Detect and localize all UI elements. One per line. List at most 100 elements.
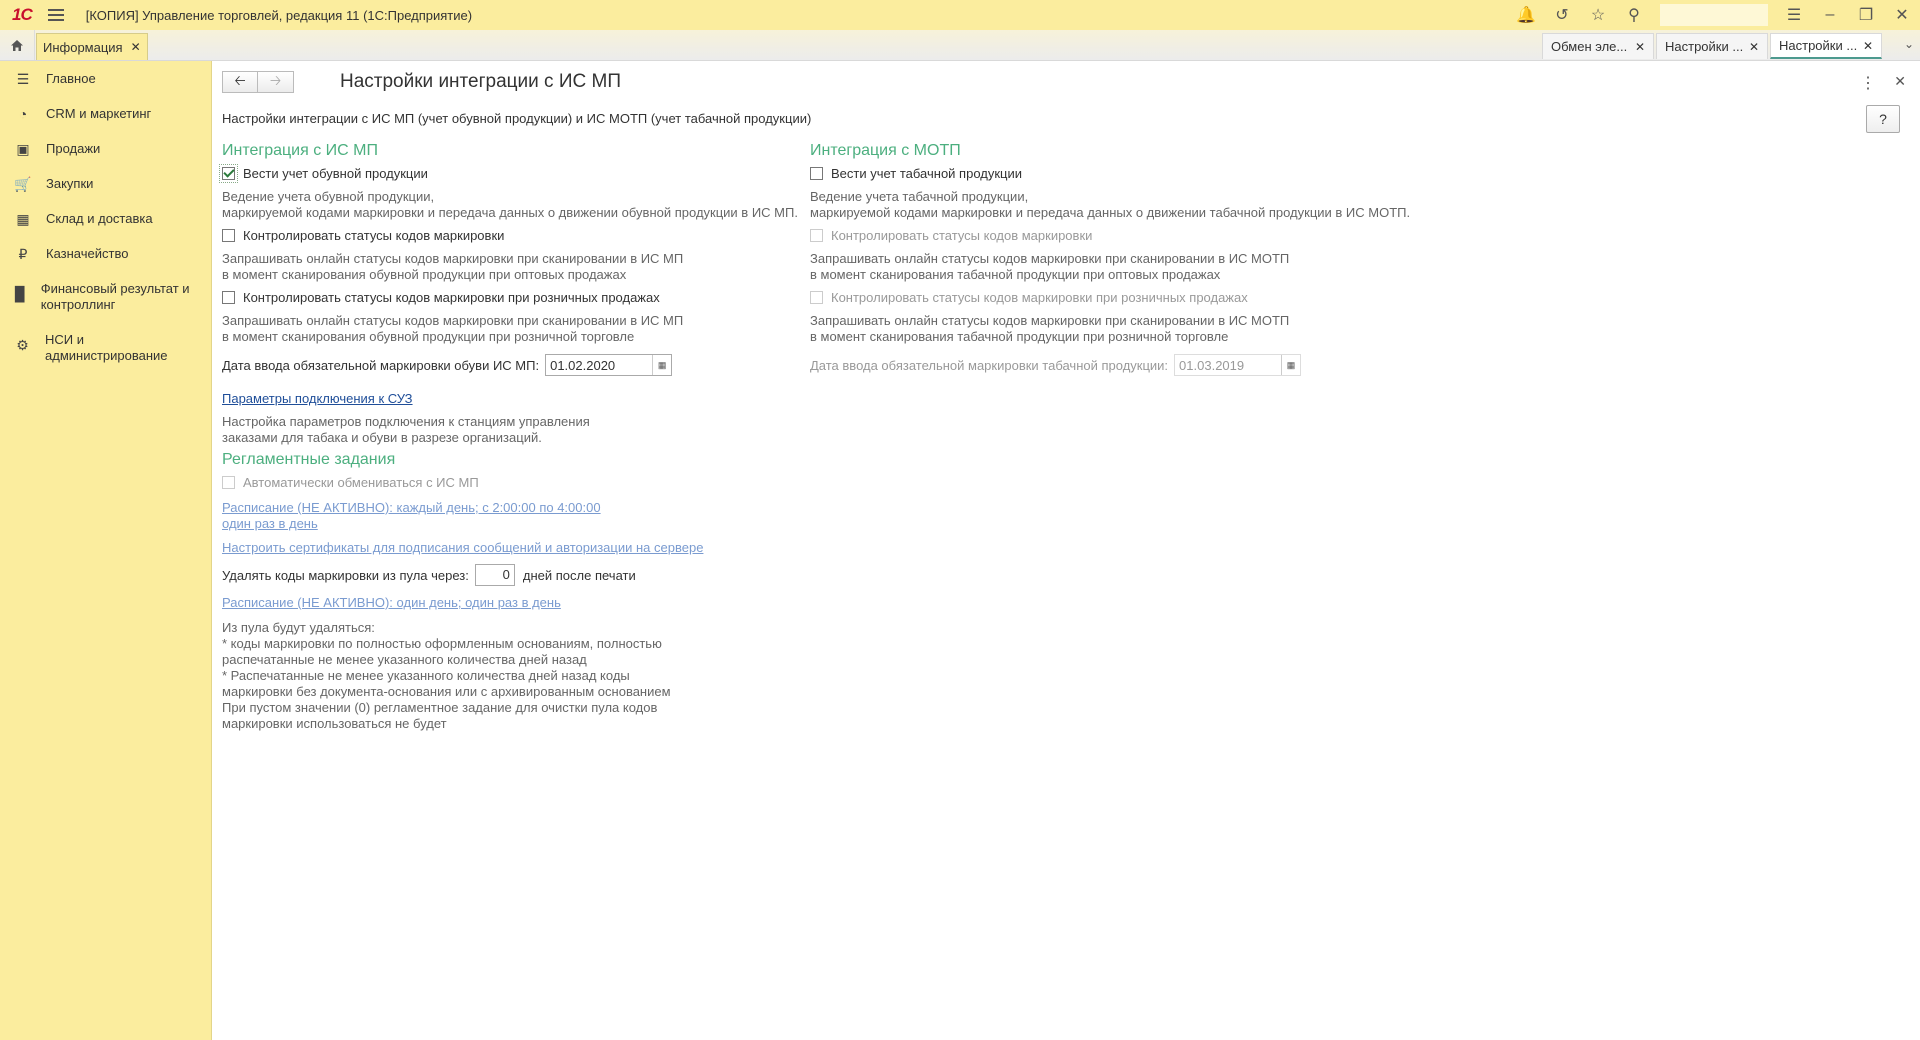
tab-label: Настройки ...: [1665, 39, 1744, 54]
app-logo: 1С: [12, 5, 33, 24]
close-icon[interactable]: ✕: [1749, 40, 1759, 54]
desc-line: заказами для табака и обуви в разрезе ор…: [222, 430, 542, 445]
certificates-link[interactable]: Настроить сертификаты для подписания соо…: [222, 540, 703, 555]
desc-line: Настройка параметров подключения к станц…: [222, 414, 590, 429]
tobacco-control-retail-checkbox[interactable]: Контролировать статусы кодов маркировки …: [810, 287, 1410, 307]
history-icon[interactable]: ↺: [1544, 0, 1580, 30]
note-line: маркировки использоваться не будет: [222, 716, 447, 731]
forward-button[interactable]: 🡢: [258, 71, 294, 93]
delete-codes-row: Удалять коды маркировки из пула через: 0…: [222, 563, 802, 587]
checkbox[interactable]: [222, 475, 235, 489]
control-status-desc: Запрашивать онлайн статусы кодов маркиро…: [222, 251, 802, 283]
sidebar-item-label: Казначейство: [46, 246, 129, 261]
form-subtitle: Настройки интеграции с ИС МП (учет обувн…: [222, 111, 812, 126]
close-icon[interactable]: ✕: [131, 40, 141, 54]
checkbox[interactable]: [810, 166, 823, 180]
tobacco-control-status-checkbox[interactable]: Контролировать статусы кодов маркировки: [810, 225, 1410, 245]
checkbox[interactable]: [810, 228, 823, 242]
gear-icon: ⚙: [16, 336, 29, 353]
close-icon[interactable]: ✕: [1863, 39, 1873, 53]
note-line: маркировки без документа-основания или с…: [222, 684, 671, 699]
tab-settings-1[interactable]: Настройки ... ✕: [1656, 33, 1768, 59]
tobacco-date-field[interactable]: 01.03.2019 ▦: [1174, 354, 1302, 376]
desc-line: Ведение учета обувной продукции,: [222, 189, 435, 204]
close-window-icon[interactable]: ✕: [1884, 0, 1920, 30]
page-title: Настройки интеграции с ИС МП: [340, 71, 621, 92]
note-line: При пустом значении (0) регламентное зад…: [222, 700, 658, 715]
date-value: 01.02.2020: [550, 357, 616, 373]
sidebar-item-finance[interactable]: ▉ Финансовый результат и контроллинг: [0, 271, 211, 322]
auto-exchange-checkbox[interactable]: Автоматически обмениваться с ИС МП: [222, 472, 802, 492]
desc-line: Запрашивать онлайн статусы кодов маркиро…: [222, 251, 684, 266]
tobacco-date-row: Дата ввода обязательной маркировки табач…: [810, 353, 1410, 377]
suz-settings-link[interactable]: Параметры подключения к СУЗ: [222, 391, 413, 406]
sidebar-item-purchases[interactable]: 🛒 Закупки: [0, 166, 211, 201]
shoes-date-field[interactable]: 01.02.2020 ▦: [545, 354, 673, 376]
close-icon[interactable]: ✕: [1894, 73, 1906, 90]
tobacco-accounting-checkbox[interactable]: Вести учет табачной продукции: [810, 163, 1410, 183]
shoes-accounting-checkbox[interactable]: Вести учет обувной продукции: [219, 163, 802, 183]
calendar-icon[interactable]: ▦: [652, 355, 671, 375]
window-title: [КОПИЯ] Управление торговлей, редакция 1…: [85, 7, 473, 23]
schedule-line[interactable]: один раз в день: [222, 516, 802, 532]
tobacco-control-status-desc: Запрашивать онлайн статусы кодов маркиро…: [810, 251, 1410, 283]
more-icon[interactable]: ⋮: [1860, 73, 1876, 93]
tab-info[interactable]: Информация ✕: [36, 33, 148, 60]
back-button[interactable]: 🡠: [222, 71, 258, 93]
sidebar-item-sales[interactable]: ▣ Продажи: [0, 131, 211, 166]
tab-bar: Информация ✕ Обмен эле... ✕ Настройки ..…: [0, 30, 1920, 61]
restore-icon[interactable]: ❐: [1848, 0, 1884, 30]
sidebar-item-treasury[interactable]: ₽ Казначейство: [0, 236, 211, 271]
suz-desc: Настройка параметров подключения к станц…: [222, 414, 802, 446]
control-status-checkbox[interactable]: Контролировать статусы кодов маркировки: [222, 225, 802, 245]
motp-section: Интеграция с МОТП Вести учет табачной пр…: [810, 141, 1410, 377]
close-icon[interactable]: ✕: [1635, 40, 1645, 54]
desc-line: в момент сканирования обувной продукции …: [222, 267, 627, 282]
main-menu-icon[interactable]: [47, 9, 64, 21]
settings-menu-icon[interactable]: ☰: [1776, 0, 1812, 30]
tobacco-accounting-desc: Ведение учета табачной продукции, маркир…: [810, 189, 1410, 221]
checkbox-label: Контролировать статусы кодов маркировки …: [243, 289, 660, 305]
checkbox[interactable]: [222, 290, 235, 304]
sidebar-item-warehouse[interactable]: ▦ Склад и доставка: [0, 201, 211, 236]
schedule-line[interactable]: Расписание (НЕ АКТИВНО): каждый день; с …: [222, 500, 802, 516]
section-title-ismp: Интеграция с ИС МП: [222, 142, 378, 159]
help-button[interactable]: ?: [1866, 105, 1900, 133]
minimize-icon[interactable]: –: [1812, 0, 1848, 30]
home-icon[interactable]: [0, 30, 35, 60]
checkbox-label: Вести учет табачной продукции: [831, 165, 1023, 181]
checkbox-label: Контролировать статусы кодов маркировки …: [831, 289, 1248, 305]
calendar-icon[interactable]: ▦: [1281, 355, 1300, 375]
desc-line: маркируемой кодами маркировки и передача…: [222, 205, 798, 220]
checkbox[interactable]: [219, 163, 238, 183]
bell-icon[interactable]: 🔔: [1508, 0, 1544, 30]
sidebar-item-label: Финансовый результат и контроллинг: [40, 281, 190, 312]
checkbox[interactable]: [222, 228, 235, 242]
menu-icon: ☰: [16, 70, 30, 87]
control-retail-desc: Запрашивать онлайн статусы кодов маркиро…: [222, 313, 802, 345]
ruble-icon: ₽: [18, 245, 28, 262]
tab-settings-2[interactable]: Настройки ... ✕: [1770, 33, 1882, 59]
chevron-down-icon[interactable]: ⌄: [1904, 37, 1914, 51]
ismp-section: Интеграция с ИС МП Вести учет обувной пр…: [219, 141, 802, 732]
sidebar-item-main[interactable]: ☰ Главное: [0, 61, 211, 96]
desc-line: в момент сканирования обувной продукции …: [222, 329, 635, 344]
search-icon[interactable]: ⚲: [1616, 0, 1652, 30]
checkbox[interactable]: [810, 290, 823, 304]
sidebar-item-admin[interactable]: ⚙ НСИ и администрирование: [0, 322, 211, 373]
sidebar-item-label: Склад и доставка: [46, 211, 153, 226]
tab-exchange[interactable]: Обмен эле... ✕: [1542, 33, 1654, 59]
checkbox-label: Контролировать статусы кодов маркировки: [831, 227, 1093, 243]
schedule-link-2[interactable]: Расписание (НЕ АКТИВНО): один день; один…: [222, 595, 561, 610]
desc-line: в момент сканирования табачной продукции…: [810, 329, 1229, 344]
star-icon[interactable]: ☆: [1580, 0, 1616, 30]
search-input[interactable]: [1660, 4, 1768, 26]
desc-line: Запрашивать онлайн статусы кодов маркиро…: [810, 251, 1290, 266]
schedule-link-1[interactable]: Расписание (НЕ АКТИВНО): каждый день; с …: [222, 500, 802, 532]
delete-days-input[interactable]: 0: [474, 564, 515, 586]
tab-label: Настройки ...: [1779, 38, 1858, 53]
note-line: распечатанные не менее указанного количе…: [222, 652, 587, 667]
control-retail-checkbox[interactable]: Контролировать статусы кодов маркировки …: [222, 287, 802, 307]
sidebar-item-crm[interactable]: ◔ CRM и маркетинг: [0, 96, 211, 131]
note-line: * коды маркировки по полностью оформленн…: [222, 636, 662, 651]
